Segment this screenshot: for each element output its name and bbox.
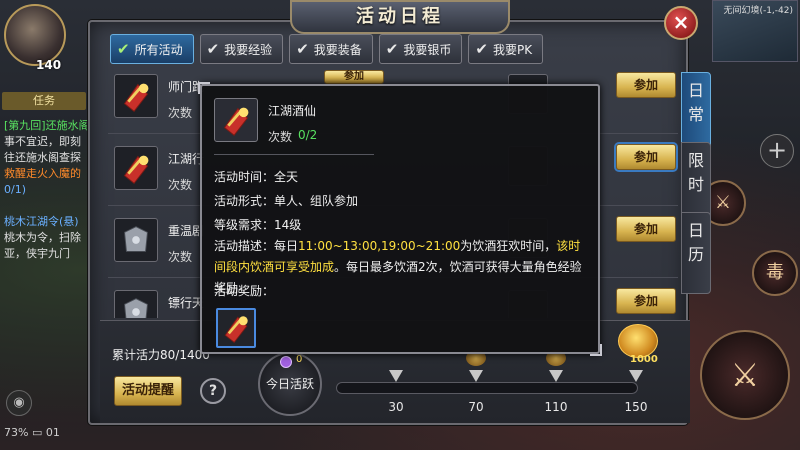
quest-button[interactable]: 任务 — [2, 92, 86, 110]
activity-name: 江湖行 — [168, 152, 205, 166]
armor-icon — [114, 218, 158, 262]
activity-remind-button[interactable]: 活动提醒 — [114, 376, 182, 406]
filter-tabs: ✔ 所有活动 ✔ 我要经验 ✔ 我要装备 ✔ 我要银币 ✔ 我要PK — [110, 34, 544, 66]
battery-status: 73% ▭ 01 — [4, 426, 60, 439]
tab-label: 所有活动 — [134, 42, 183, 57]
quest-line — [4, 198, 94, 214]
expand-plus-icon[interactable]: + — [760, 134, 794, 168]
reward-chest-icon[interactable] — [618, 324, 658, 358]
check-icon: ✔ — [385, 40, 399, 58]
quest-line: 0/1) — [4, 183, 26, 196]
activity-count-label: 次数 — [168, 178, 193, 192]
activity-progress-bar — [336, 382, 638, 394]
check-icon: ✔ — [475, 40, 488, 58]
tab-label: 我要经验 — [224, 42, 273, 57]
tooltip-title: 江湖酒仙 — [268, 104, 317, 118]
daily-activity-label: 今日活跃 — [265, 377, 314, 391]
quest-line: 事不宜迟，即刻 — [4, 135, 81, 148]
quest-line: 桃木江湖令(悬) — [4, 215, 79, 228]
daily-activity-value: 0 — [296, 354, 303, 365]
milestone-label: 70 — [468, 400, 484, 414]
side-tab-2[interactable]: 日历 — [681, 212, 711, 294]
tooltip-reward-label: 活动奖励： — [214, 284, 275, 298]
activity-detail-tooltip: 江湖酒仙 次数 0/2 活动时间：全天 活动形式：单人、组队参加 等级需求：14… — [198, 82, 602, 356]
tooltip-level: 等级需求：14级 — [214, 218, 302, 232]
join-button-hidden[interactable]: 参加 — [324, 70, 384, 84]
skill-poison-icon[interactable]: 毒 — [752, 250, 798, 296]
milestone-label: 150 — [624, 400, 648, 414]
milestone-label: 30 — [388, 400, 404, 414]
join-button[interactable]: 参加 — [616, 216, 676, 242]
tooltip-form: 活动形式：单人、组队参加 — [214, 194, 359, 208]
reward-scroll-icon[interactable] — [216, 308, 256, 348]
milestone-label: 110 — [544, 400, 568, 414]
tooltip-divider — [214, 154, 374, 155]
check-icon: ✔ — [117, 40, 130, 58]
tab-label: 我要PK — [492, 42, 533, 57]
tab-4[interactable]: ✔ 我要PK — [468, 34, 544, 64]
armor-icon — [114, 290, 158, 318]
tab-2[interactable]: ✔ 我要装备 — [289, 34, 373, 64]
tab-1[interactable]: ✔ 我要经验 — [199, 34, 284, 64]
minimap-label: 无间幻境(-1,-42) — [723, 6, 793, 16]
panel-title-banner: 活动日程 — [290, 0, 510, 34]
join-button[interactable]: 参加 — [616, 288, 676, 314]
minimap[interactable]: 无间幻境(-1,-42) — [712, 0, 798, 62]
scroll-icon — [114, 74, 158, 118]
tab-label: 我要银币 — [403, 42, 452, 57]
quest-line: 亚，侠宇九门 — [4, 247, 70, 260]
activity-name: 重温剧 — [168, 224, 205, 238]
close-icon[interactable]: × — [664, 6, 698, 40]
vitality-label: 累计活力80/1400 — [112, 348, 210, 362]
join-button[interactable]: 参加 — [616, 72, 676, 98]
check-icon: ✔ — [206, 40, 220, 58]
camera-icon[interactable]: ◉ — [6, 390, 32, 416]
tab-label: 我要装备 — [313, 42, 362, 57]
quest-line: [第九回]还施水阁 — [4, 119, 90, 132]
gem-icon — [280, 356, 292, 368]
activity-count-label: 次数 — [168, 250, 193, 264]
tooltip-count-value: 0/2 — [298, 128, 318, 142]
check-icon: ✔ — [296, 40, 309, 58]
tooltip-count-label: 次数 — [268, 130, 293, 144]
quest-line: 往还施水阁查探 — [4, 151, 81, 164]
help-icon[interactable]: ? — [200, 378, 226, 404]
join-button[interactable]: 参加 — [616, 144, 676, 170]
quest-line: 救醒走火入魔的 — [4, 167, 81, 180]
attack-button[interactable]: ⚔ — [700, 330, 790, 420]
panel-title: 活动日程 — [356, 6, 444, 27]
tooltip-time: 活动时间：全天 — [214, 170, 299, 184]
tab-0[interactable]: ✔ 所有活动 — [110, 34, 194, 64]
reward-chest-label: 1000 — [630, 354, 658, 365]
quest-line: 桃木为令，扫除 — [4, 231, 81, 244]
tab-3[interactable]: ✔ 我要银币 — [378, 34, 463, 64]
player-avatar[interactable] — [4, 4, 66, 66]
scroll-icon — [214, 98, 258, 142]
scroll-icon — [114, 146, 158, 190]
activity-count-label: 次数 — [168, 106, 193, 120]
player-level: 140 — [36, 58, 62, 72]
quest-tracker[interactable]: [第九回]还施水阁 事不宜迟，即刻 往还施水阁查探 救醒走火入魔的 0/1) 桃木江湖令… — [4, 118, 94, 262]
activity-name: 镖行天 — [168, 296, 205, 310]
